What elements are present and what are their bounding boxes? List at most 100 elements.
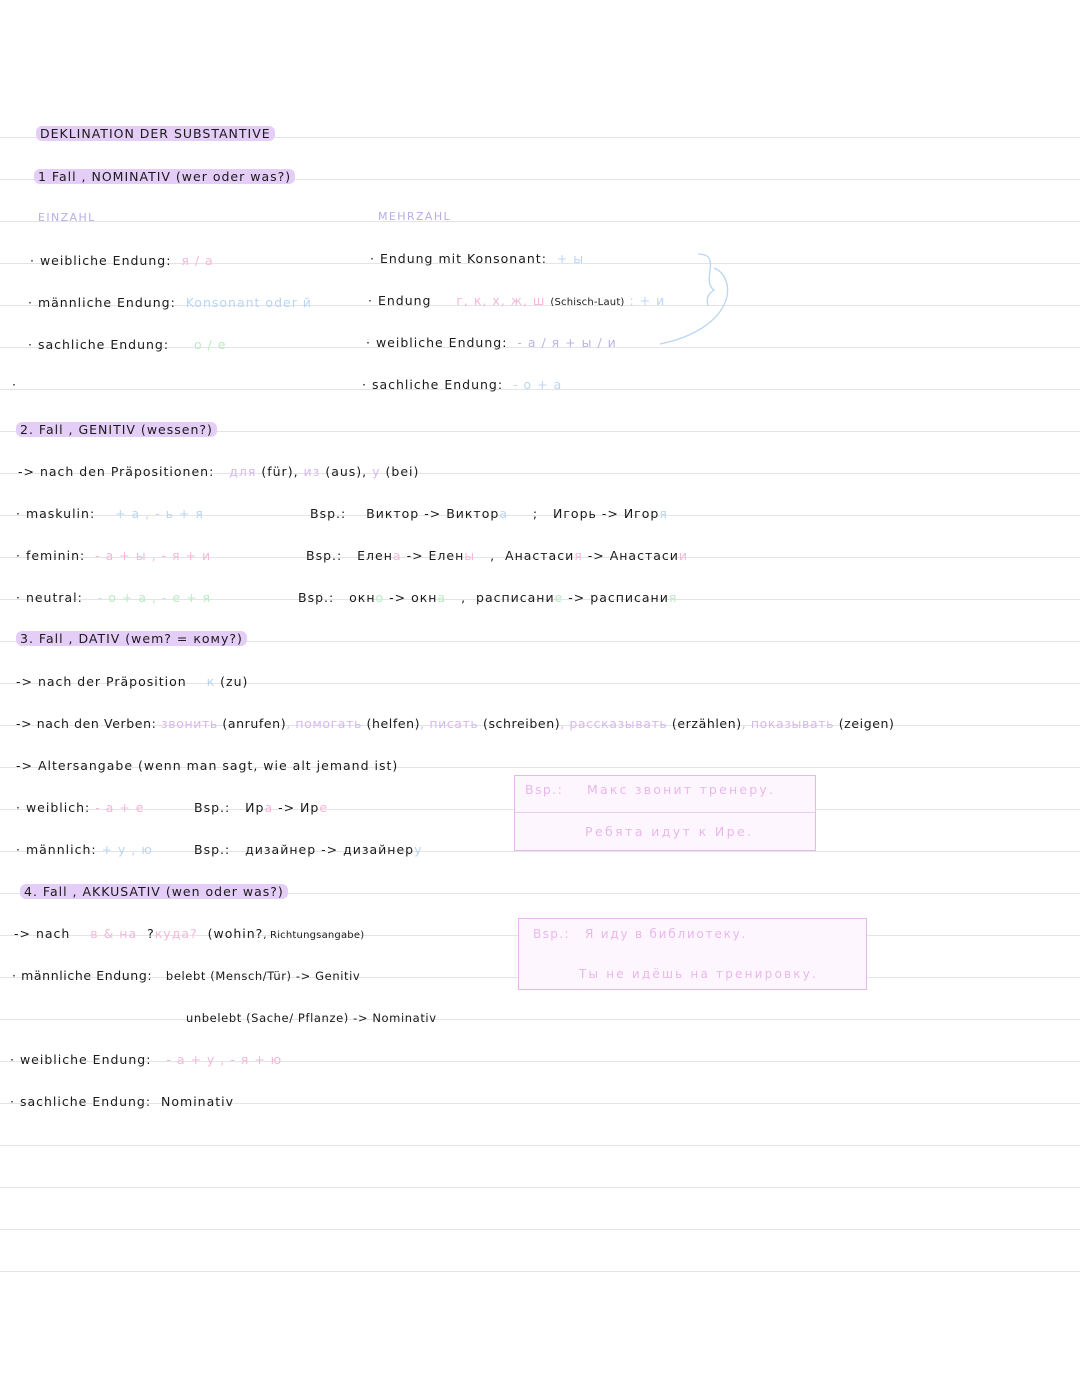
einzahl-row-maennlich: · männliche Endung: Konsonant oder й [28, 295, 312, 311]
dativ-verbs-prefix: -> nach den Verben: [16, 716, 157, 731]
dativ-verb-de-3: (schreiben) [482, 716, 561, 731]
page-title: DEKLINATION DER SUBSTANTIVE [36, 126, 275, 142]
genitiv-feminin-ex1c: ы [464, 548, 476, 563]
dativ-box-line2: Ребята идут к Ире. [585, 824, 754, 839]
genitiv-maskulin-ex1b: Виктор [446, 506, 500, 521]
genitiv-neutral-bsp: Bsp.: [298, 590, 335, 605]
genitiv-feminin-example: Bsp.: Елена -> Елены , Анастасия -> Анас… [306, 548, 688, 564]
genitiv-feminin-ex1a: Елен [357, 548, 393, 563]
genitiv-maskulin-bsp: Bsp.: [310, 506, 347, 521]
einzahl-column-header: EINZAHL [38, 211, 96, 224]
dativ-weiblich-row: · weiblich: - а + е [16, 800, 144, 816]
genitiv-maskulin-endings: + а , - ь + я [115, 506, 204, 521]
genitiv-feminin-label: · feminin: [16, 548, 86, 563]
genitiv-neutral-ex1c: а [437, 590, 447, 605]
genitiv-feminin-endings: - а + ы , - я + и [95, 548, 212, 563]
genitiv-feminin-label-row: · feminin: - а + ы , - я + и [16, 548, 211, 564]
akkusativ-box-bsp: Bsp.: [533, 927, 570, 941]
genitiv-maskulin-ex1c: а [499, 506, 508, 521]
dativ-heading-text: 3. Fall , DATIV (wem? = кому?) [16, 631, 247, 646]
genitiv-maskulin-ex2a: Игорь -> [553, 506, 619, 521]
dativ-weiblich-ex-a: Ир [245, 800, 265, 815]
dativ-weiblich-ex-b: а [264, 800, 274, 815]
genitiv-prep-dlya: для [229, 464, 257, 479]
dativ-maennlich-arrow: -> дизайнер [321, 842, 415, 857]
dativ-maennlich-endings: + у , ю [101, 842, 153, 857]
dativ-maennlich-ex-c: у [414, 842, 423, 857]
nominativ-heading-text: 1 Fall , NOMINATIV (wer oder was?) [34, 169, 296, 184]
genitiv-prep-u-tr: (bei) [385, 464, 420, 479]
genitiv-neutral-ex2f: -> расписани [568, 590, 669, 605]
akkusativ-unbelebt: unbelebt (Sache/ Pflanze) -> Nominativ [186, 1011, 437, 1025]
mehrzahl-row-sachlich: · sachliche Endung: - о + а [362, 377, 562, 393]
genitiv-feminin-sep: , [490, 548, 496, 563]
dativ-verb-de-5: (zeigen) [838, 716, 895, 731]
akkusativ-box-line1: Я иду в библиотеку. [585, 927, 748, 941]
genitiv-feminin-bsp: Bsp.: [306, 548, 343, 563]
genitiv-neutral-ex1a: окн [349, 590, 376, 605]
akkusativ-q-prefix: ? [147, 926, 155, 941]
dativ-box-bsp: Bsp.: [525, 782, 564, 797]
akkusativ-heading: 4. Fall , AKKUSATIV (wen oder was?) [20, 884, 288, 900]
genitiv-neutral-example: Bsp.: окно -> окна , расписание -> распи… [298, 590, 677, 606]
akkusativ-preposition-line: -> nach в & на ?куда? (wohin?, Richtungs… [14, 926, 364, 944]
dativ-weiblich-example: Bsp.: Ира -> Ире [194, 800, 328, 816]
dativ-verb-ru-3: писать [429, 716, 479, 731]
stray-dot: · [12, 377, 17, 392]
genitiv-neutral-label-row: · neutral: - о + а , - е + я [16, 590, 211, 606]
einzahl-row-sachlich: · sachliche Endung: о / е [28, 337, 226, 353]
dativ-verbs-line: -> nach den Verben: звонить (anrufen), п… [16, 716, 895, 731]
nominativ-heading: 1 Fall , NOMINATIV (wer oder was?) [34, 169, 296, 185]
dativ-verb-ru-1: звонить [160, 716, 218, 731]
dativ-heading: 3. Fall , DATIV (wem? = кому?) [16, 631, 247, 647]
genitiv-prep-dlya-tr: (für), [261, 464, 299, 479]
mehrzahl-column-header: MEHRZAHL [378, 210, 452, 223]
genitiv-prepositions-line: -> nach den Präpositionen: для (für), из… [18, 464, 419, 480]
genitiv-neutral-ex2a: расписани [476, 590, 555, 605]
dativ-prep-k: к [206, 674, 216, 689]
akkusativ-maennlich-label: · männliche Endung: [12, 968, 153, 983]
genitiv-neutral-sep: , [461, 590, 467, 605]
mehrzahl-schisch-label: · Endung [368, 293, 432, 308]
dativ-prep-k-tr: (zu) [220, 674, 249, 689]
akkusativ-q: куда? [154, 926, 198, 941]
genitiv-maskulin-ex2c: я [659, 506, 668, 521]
mehrzahl-sachlich-label: · sachliche Endung: [362, 377, 504, 392]
genitiv-maskulin-label-row: · maskulin: + а , - ь + я [16, 506, 204, 522]
dativ-weiblich-label: · weiblich: [16, 800, 91, 815]
akkusativ-sachlich-label: · sachliche Endung: [10, 1094, 152, 1109]
mehrzahl-weiblich-value: - а / я + ы / и [517, 335, 617, 350]
akkusativ-weiblich-label: · weibliche Endung: [10, 1052, 152, 1067]
dativ-preposition-line: -> nach der Präposition к (zu) [16, 674, 248, 690]
dativ-prep-prefix: -> nach der Präposition [16, 674, 187, 689]
genitiv-neutral-ex2e: е [554, 590, 564, 605]
genitiv-neutral-ex1e: о [375, 590, 385, 605]
dativ-verb-ru-5: показывать [750, 716, 835, 731]
akkusativ-note-small: , Richtungsangabe) [263, 930, 365, 941]
mehrzahl-schisch-value: : + и [629, 293, 666, 308]
mehrzahl-konsonant-label: · Endung mit Konsonant: [370, 251, 547, 266]
genitiv-maskulin-ex2b: Игор [623, 506, 660, 521]
dativ-weiblich-arrow: -> Ир [278, 800, 320, 815]
einzahl-weiblich-label: · weibliche Endung: [30, 253, 172, 268]
genitiv-feminin-ex2f: -> Анастаси [587, 548, 679, 563]
genitiv-maskulin-ex1a: Виктор -> [366, 506, 442, 521]
genitiv-heading-text: 2. Fall , GENITIV (wessen?) [16, 422, 217, 437]
genitiv-neutral-ex2c: я [668, 590, 678, 605]
genitiv-maskulin-example: Bsp.: Виктор -> Виктора ; Игорь -> Игоря [310, 506, 668, 522]
dativ-box-line1: Макс звонит тренеру. [587, 782, 776, 797]
mehrzahl-schisch-note: (Schisch-Laut) [550, 297, 625, 308]
dativ-weiblich-bsp: Bsp.: [194, 800, 231, 815]
einzahl-sachlich-value: о / е [193, 337, 227, 352]
einzahl-maennlich-label: · männliche Endung: [28, 295, 176, 310]
einzahl-maennlich-value: Konsonant oder й [185, 295, 312, 310]
dativ-maennlich-bsp: Bsp.: [194, 842, 231, 857]
bracket-arrow-icon [659, 253, 729, 345]
dativ-box-divider [515, 812, 815, 813]
genitiv-feminin-ex1f: -> Елен [406, 548, 465, 563]
genitiv-neutral-label: · neutral: [16, 590, 83, 605]
dativ-verb-de-4: (erzählen) [671, 716, 742, 731]
einzahl-row-weiblich: · weibliche Endung: я / а [30, 253, 214, 269]
akkusativ-weiblich-row: · weibliche Endung: - а + у , - я + ю [10, 1052, 282, 1068]
dativ-verb-ru-4: рассказывать [569, 716, 668, 731]
